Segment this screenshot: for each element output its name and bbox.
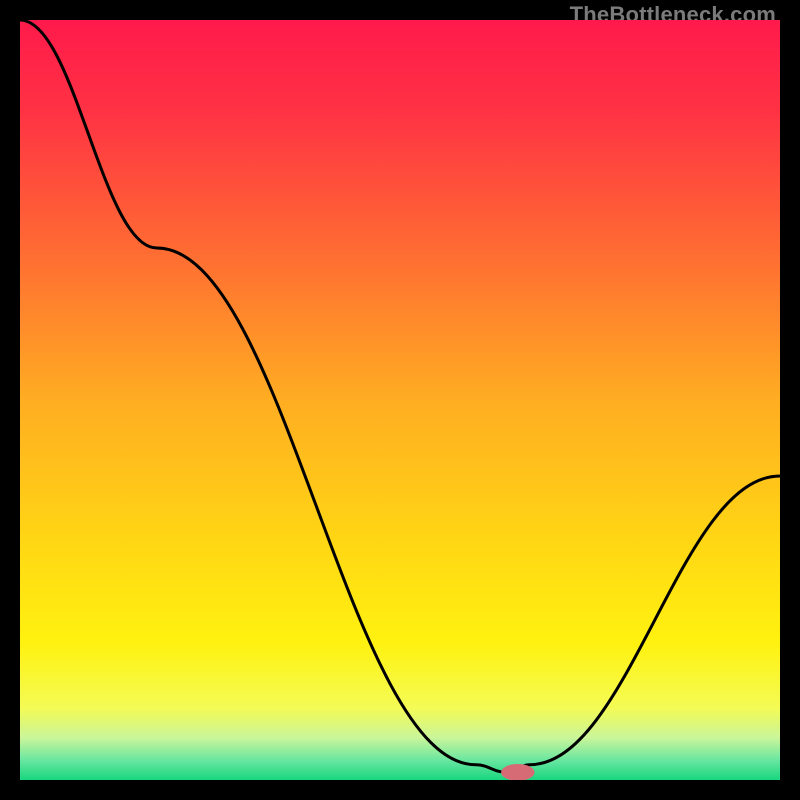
chart-frame [20, 20, 780, 780]
bottleneck-chart [20, 20, 780, 780]
chart-background [20, 20, 780, 780]
optimal-point-marker [501, 764, 534, 780]
